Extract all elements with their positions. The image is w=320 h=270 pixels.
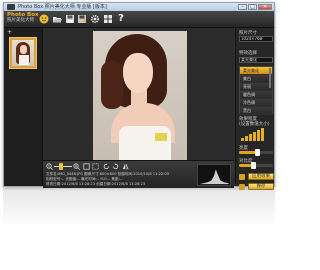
rotate-left-icon[interactable] xyxy=(103,163,110,170)
photo-info: 文件名:IMG_0448.JPG 图像尺寸:800×600 拍摄时间:2010/… xyxy=(46,172,194,186)
thumbnail-panel: + xyxy=(4,28,43,186)
smiley-icon[interactable] xyxy=(39,14,49,24)
thumbnail-face xyxy=(20,45,27,54)
effect-item[interactable]: 冷色调 xyxy=(240,99,272,107)
minimize-button[interactable]: – xyxy=(238,4,247,10)
zoom-in-icon[interactable] xyxy=(73,163,80,170)
effect-list-scrollbar[interactable] xyxy=(269,68,271,88)
photo-canvas[interactable] xyxy=(43,28,234,160)
strength-bar xyxy=(257,130,260,141)
thumbnail-body xyxy=(19,55,29,65)
grid-icon[interactable] xyxy=(103,14,113,24)
window-reflection xyxy=(3,188,275,228)
status-bar: 文件名:IMG_0448.JPG 图像尺寸:800×600 拍摄时间:2010/… xyxy=(43,160,234,188)
main-toolbar: Photo Box 照片美化大师 ? xyxy=(4,11,274,28)
effect-item[interactable]: 柔光美化 xyxy=(240,67,272,75)
strength-meter[interactable] xyxy=(241,127,264,141)
main-photo xyxy=(93,31,187,160)
effect-item[interactable]: 亮丽 xyxy=(240,83,272,91)
photo-hair-left xyxy=(101,61,123,109)
histogram xyxy=(197,164,231,186)
apply-effect-icon xyxy=(239,174,245,180)
apply-effect-button[interactable]: 应用效果 xyxy=(248,173,274,180)
app-icon xyxy=(7,4,15,10)
size-select[interactable]: 1024×768 xyxy=(239,36,273,42)
effects-panel: 照片尺寸 1024×768 特效选择 柔光美化 柔光美化 美白 亮丽 暖色调 冷… xyxy=(235,28,274,190)
title-bar[interactable]: Photo Box 照片美化大师 专业版 [版本] – □ ✕ xyxy=(4,3,274,11)
settings-icon[interactable] xyxy=(90,14,100,24)
app-logo: Photo Box 照片美化大师 xyxy=(7,12,39,26)
effect-item[interactable]: 美白 xyxy=(240,75,272,83)
brightness-knob[interactable] xyxy=(255,149,260,156)
photo-accent xyxy=(155,133,167,141)
photo-top xyxy=(119,126,171,160)
fit-screen-icon[interactable] xyxy=(83,163,90,170)
effect-item[interactable]: 黑白 xyxy=(240,107,272,115)
zoom-controls xyxy=(46,163,146,170)
effect-label: 特效选择 xyxy=(239,51,257,56)
photo-info-line: 修改日期:2012/6/8 13:28:23 创建日期:2012/6/8 13:… xyxy=(46,181,146,186)
strength-bar xyxy=(241,138,244,141)
rotate-right-icon[interactable] xyxy=(112,163,119,170)
brightness-slider[interactable] xyxy=(239,149,273,156)
close-button[interactable]: ✕ xyxy=(258,4,272,10)
contrast-slider[interactable] xyxy=(239,162,273,169)
help-icon[interactable]: ? xyxy=(116,14,126,24)
effect-category-select[interactable]: 柔光美化 xyxy=(239,57,273,63)
actual-size-icon[interactable] xyxy=(92,163,99,170)
photo-face xyxy=(123,53,153,93)
zoom-slider-knob[interactable] xyxy=(59,163,64,170)
window-controls: – □ ✕ xyxy=(238,4,272,10)
strength-bar xyxy=(261,128,264,141)
app-window: Photo Box 照片美化大师 专业版 [版本] – □ ✕ Photo Bo… xyxy=(3,2,275,190)
effect-item[interactable]: 暖色调 xyxy=(240,91,272,99)
strength-bar xyxy=(245,136,248,141)
maximize-button[interactable]: □ xyxy=(248,4,257,10)
effect-list: 柔光美化 美白 亮丽 暖色调 冷色调 黑白 xyxy=(239,66,273,115)
photo-thumbnail[interactable] xyxy=(9,37,37,69)
thumbnail-image xyxy=(12,40,34,66)
contrast-knob[interactable] xyxy=(251,162,256,169)
strength-bar xyxy=(249,134,252,141)
zoom-out-icon[interactable] xyxy=(46,163,53,170)
add-photo-button[interactable]: + xyxy=(7,29,12,36)
open-folder-icon[interactable] xyxy=(52,14,62,24)
strength-bar xyxy=(253,132,256,141)
flip-icon[interactable] xyxy=(122,163,129,170)
logo-subtitle: 照片美化大师 xyxy=(7,18,34,23)
save-as-icon[interactable] xyxy=(77,14,87,24)
save-icon[interactable] xyxy=(65,14,75,24)
window-title: Photo Box 照片美化大师 专业版 [版本] xyxy=(18,4,107,10)
